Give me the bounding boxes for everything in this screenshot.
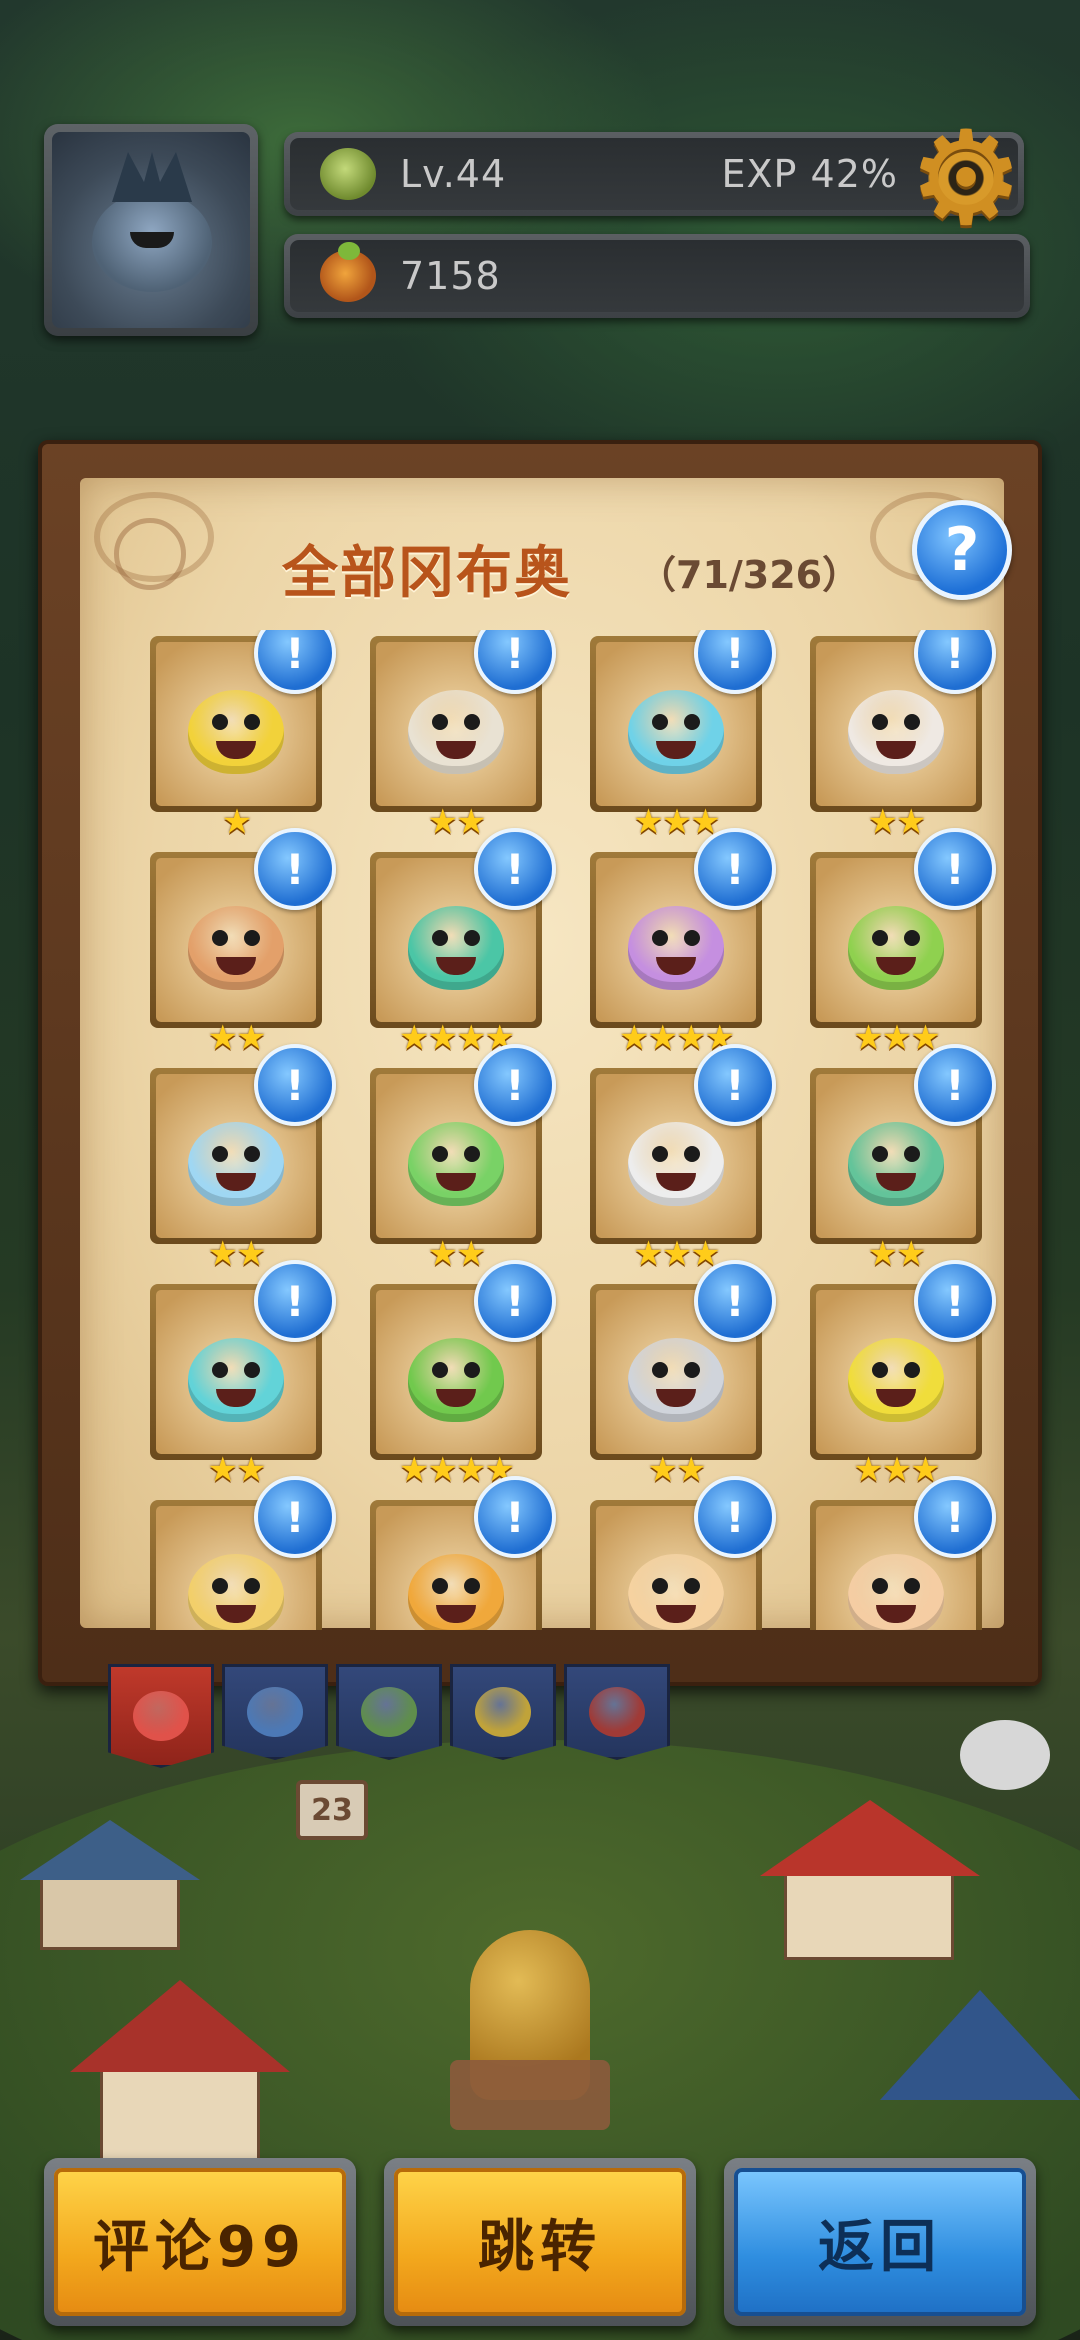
character-portrait: [188, 1338, 284, 1423]
signpost: 23: [296, 1780, 368, 1840]
character-portrait: [408, 1338, 504, 1423]
new-alert-icon: !: [914, 828, 996, 910]
new-alert-icon: !: [254, 1044, 336, 1126]
character-card[interactable]: ! ★★★: [590, 1044, 776, 1274]
house-bottom-left: [70, 1980, 290, 2170]
character-card[interactable]: ! ★★: [370, 630, 556, 842]
character-portrait: [628, 1554, 724, 1630]
character-portrait: [188, 1122, 284, 1207]
category-tabs: [108, 1664, 670, 1768]
coin-bar: 7158: [284, 234, 1030, 318]
jump-button-label: 跳转: [394, 2168, 686, 2316]
tab-blue[interactable]: [222, 1664, 328, 1760]
category-icon: [247, 1687, 303, 1737]
character-card[interactable]: ! ★★★: [810, 828, 996, 1058]
new-alert-icon: !: [254, 1476, 336, 1558]
new-alert-icon: !: [694, 1044, 776, 1126]
character-portrait: [188, 1554, 284, 1630]
house-right: [760, 1800, 980, 1960]
new-alert-icon: !: [474, 1260, 556, 1342]
settings-gear-icon[interactable]: ⚙: [908, 113, 1025, 243]
character-card[interactable]: ! ★★★★: [590, 828, 776, 1058]
character-portrait: [628, 690, 724, 775]
new-alert-icon: !: [254, 828, 336, 910]
character-card[interactable]: !: [370, 1476, 556, 1630]
new-alert-icon: !: [694, 828, 776, 910]
tab-green[interactable]: [336, 1664, 442, 1760]
category-icon: [133, 1691, 189, 1741]
house-bottom-right: [880, 1990, 1080, 2150]
new-alert-icon: !: [474, 1476, 556, 1558]
character-portrait: [628, 1338, 724, 1423]
new-alert-icon: !: [694, 1260, 776, 1342]
character-grid: ! ★! ★★! ★★★! ★★! ★★! ★★★★! ★★★★! ★★★! ★★! ★★! ★★★!…: [126, 630, 1006, 1630]
character-portrait: [848, 906, 944, 991]
character-portrait: [848, 1122, 944, 1207]
comment-button[interactable]: 评论99: [44, 2158, 356, 2326]
player-avatar[interactable]: [44, 124, 258, 336]
character-card[interactable]: ! ★★★★: [370, 1260, 556, 1490]
back-button-label: 返回: [734, 2168, 1026, 2316]
creature-icon: [960, 1720, 1050, 1790]
character-portrait: [188, 690, 284, 775]
character-portrait: [188, 906, 284, 991]
new-alert-icon: !: [474, 1044, 556, 1126]
house-left: [20, 1820, 200, 1950]
character-portrait: [628, 906, 724, 991]
back-button[interactable]: 返回: [724, 2158, 1036, 2326]
help-question-button[interactable]: ?: [912, 500, 1012, 600]
character-portrait: [848, 1338, 944, 1423]
emblem-icon: [114, 518, 186, 590]
character-card[interactable]: ! ★★: [810, 1044, 996, 1274]
statue-base: [450, 2060, 610, 2130]
new-alert-icon: !: [254, 1260, 336, 1342]
character-card[interactable]: ! ★★: [150, 1044, 336, 1274]
category-icon: [475, 1687, 531, 1737]
character-card[interactable]: !: [810, 1476, 996, 1630]
character-card[interactable]: ! ★★★: [810, 1260, 996, 1490]
comment-button-label: 评论99: [54, 2168, 346, 2316]
new-alert-icon: !: [474, 828, 556, 910]
character-card[interactable]: !: [590, 1476, 776, 1630]
character-card[interactable]: ! ★★★★: [370, 828, 556, 1058]
character-portrait: [408, 1554, 504, 1630]
character-portrait: [848, 1554, 944, 1630]
question-icon: ?: [944, 515, 980, 585]
tab-all[interactable]: [108, 1664, 214, 1768]
new-alert-icon: !: [694, 1476, 776, 1558]
character-portrait: [408, 690, 504, 775]
collection-count: （71/326）: [638, 553, 861, 597]
character-portrait: [848, 690, 944, 775]
collection-board: 全部冈布奥 （71/326） ? ! ★! ★★! ★★★! ★★! ★★! ★★★★! ★★…: [38, 440, 1042, 1686]
category-icon: [361, 1687, 417, 1737]
new-alert-icon: !: [914, 1044, 996, 1126]
category-icon: [589, 1687, 645, 1737]
level-icon: [320, 148, 376, 200]
character-card[interactable]: !: [150, 1476, 336, 1630]
character-portrait: [408, 906, 504, 991]
coin-icon: [320, 242, 376, 302]
character-card[interactable]: ! ★: [150, 630, 336, 842]
level-text: Lv.44: [400, 152, 507, 196]
character-card[interactable]: ! ★★: [150, 1260, 336, 1490]
tab-red[interactable]: [564, 1664, 670, 1760]
character-card[interactable]: ! ★★: [370, 1044, 556, 1274]
character-card[interactable]: ! ★★: [150, 828, 336, 1058]
character-card[interactable]: ! ★★: [810, 630, 996, 842]
new-alert-icon: !: [914, 1476, 996, 1558]
jump-button[interactable]: 跳转: [384, 2158, 696, 2326]
exp-text: EXP 42%: [721, 152, 898, 196]
character-card[interactable]: ! ★★: [590, 1260, 776, 1490]
character-portrait: [628, 1122, 724, 1207]
character-card[interactable]: ! ★★★: [590, 630, 776, 842]
coin-count: 7158: [400, 254, 501, 298]
character-portrait: [408, 1122, 504, 1207]
tab-yellow[interactable]: [450, 1664, 556, 1760]
collection-title: 全部冈布奥: [282, 541, 572, 606]
new-alert-icon: !: [914, 1260, 996, 1342]
